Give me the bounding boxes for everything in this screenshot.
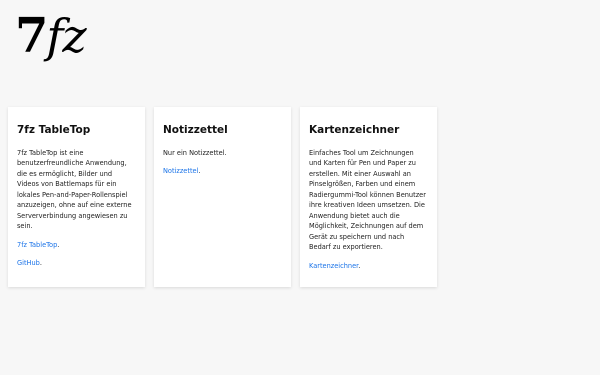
link-suffix: .	[39, 259, 42, 268]
project-cards: 7fz TableTop 7fz TableTop ist eine benut…	[8, 107, 437, 287]
tabletop-link[interactable]: 7fz TableTop	[17, 241, 57, 249]
card-description: 7fz TableTop ist eine benutzerfreundlich…	[17, 148, 132, 231]
card-title: Kartenzeichner	[309, 124, 400, 136]
site-logo[interactable]: 7fz	[15, 9, 87, 72]
card-description: Nur ein Notizzettel.	[163, 148, 227, 157]
logo-fz: fz	[46, 9, 86, 63]
link-line: Notizzettel.	[163, 166, 282, 177]
link-line: 7fz TableTop.	[17, 240, 136, 251]
card-notizzettel: Notizzettel Nur ein Notizzettel. Notizze…	[154, 107, 291, 287]
card-title: 7fz TableTop	[17, 124, 91, 136]
card-kartenzeichner: Kartenzeichner Einfaches Tool um Zeichnu…	[300, 107, 437, 287]
github-link[interactable]: GitHub	[17, 259, 40, 267]
link-suffix: .	[198, 167, 201, 176]
card-description: Einfaches Tool um Zeichnungen und Karten…	[309, 148, 426, 252]
logo-seven: 7	[15, 8, 48, 64]
link-line: GitHub.	[17, 258, 136, 269]
link-suffix: .	[57, 240, 60, 249]
card-tabletop: 7fz TableTop 7fz TableTop ist eine benut…	[8, 107, 145, 287]
page: 7fz 7fz TableTop 7fz TableTop ist eine b…	[0, 0, 600, 375]
kartenzeichner-link[interactable]: Kartenzeichner	[309, 262, 358, 270]
link-line: Kartenzeichner.	[309, 261, 428, 272]
notizzettel-link[interactable]: Notizzettel	[163, 167, 198, 175]
card-title: Notizzettel	[163, 124, 228, 136]
link-suffix: .	[358, 261, 361, 270]
